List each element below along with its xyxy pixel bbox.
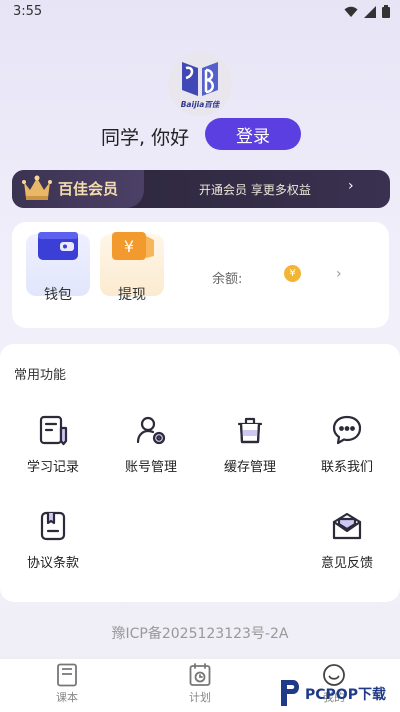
cache-bin-icon	[232, 412, 268, 448]
agreement-terms-item[interactable]: 协议条款	[13, 508, 93, 571]
common-functions-card: 常用功能 学习记录 账号管理 缓存管理 联系我们 协议条款 意见反馈	[0, 344, 400, 602]
wallet-card: 钱包 ¥ 提现 余额: ¥ ›	[12, 222, 389, 328]
signal-icon	[364, 5, 376, 18]
agreement-terms-label: 协议条款	[26, 556, 79, 571]
wallet-icon	[38, 232, 78, 260]
tab-textbook[interactable]: 课本	[37, 663, 97, 705]
contact-us-label: 联系我们	[320, 460, 373, 475]
wallet-label: 钱包	[44, 287, 72, 303]
book-icon	[57, 663, 77, 687]
vip-banner[interactable]: 百佳会员 开通会员 享更多权益 ›	[12, 170, 390, 208]
logo-image: Baijia百佳	[181, 62, 221, 109]
status-time: 3:55	[13, 4, 43, 19]
watermark-text: PCPOP下载	[305, 687, 386, 703]
chat-bubble-icon	[329, 412, 365, 448]
account-management-label: 账号管理	[124, 460, 177, 475]
study-record-label: 学习记录	[26, 460, 79, 475]
tab-textbook-label: 课本	[56, 691, 78, 704]
vip-promo-text: 开通会员 享更多权益	[199, 183, 311, 197]
status-icons	[344, 5, 390, 18]
study-record-icon	[35, 412, 71, 448]
account-management-item[interactable]: 账号管理	[111, 412, 191, 475]
feedback-mail-icon	[329, 508, 365, 544]
study-record-item[interactable]: 学习记录	[13, 412, 93, 475]
feedback-item[interactable]: 意见反馈	[307, 508, 387, 571]
avatar[interactable]: Baijia百佳	[168, 52, 232, 116]
pcpop-logo-icon	[281, 680, 299, 706]
chevron-right-icon: ›	[348, 178, 354, 194]
svg-text:¥: ¥	[124, 237, 134, 256]
cache-management-label: 缓存管理	[223, 460, 276, 475]
balance-label: 余额:	[212, 272, 243, 287]
crown-icon	[22, 175, 52, 200]
status-bar: 3:55	[0, 0, 400, 24]
withdraw-button[interactable]: ¥ 提现	[100, 232, 164, 303]
login-button[interactable]: 登录	[205, 118, 301, 150]
coin-icon: ¥	[284, 265, 301, 282]
calendar-clock-icon	[189, 663, 211, 686]
account-settings-icon	[133, 412, 169, 448]
svg-text:Baijia百佳: Baijia百佳	[181, 100, 221, 109]
tab-plan-label: 计划	[189, 691, 211, 704]
battery-icon	[382, 5, 390, 18]
greeting-text: 同学, 你好	[101, 127, 190, 149]
wallet-button[interactable]: 钱包	[26, 232, 90, 303]
withdraw-label: 提现	[118, 287, 146, 303]
vip-title: 百佳会员	[58, 180, 119, 198]
agreement-icon	[35, 508, 71, 544]
balance-chevron-icon[interactable]: ›	[336, 266, 342, 282]
wifi-icon	[344, 6, 358, 17]
tab-plan[interactable]: 计划	[170, 663, 230, 705]
contact-us-item[interactable]: 联系我们	[307, 412, 387, 475]
withdraw-icon: ¥	[112, 232, 154, 260]
watermark: PCPOP下载	[275, 674, 400, 712]
icp-license-text: 豫ICP备2025123123号-2A	[111, 626, 289, 642]
feedback-label: 意见反馈	[320, 556, 373, 571]
vip-badge: 百佳会员	[12, 170, 144, 208]
section-title: 常用功能	[14, 368, 67, 383]
cache-management-item[interactable]: 缓存管理	[210, 412, 290, 475]
